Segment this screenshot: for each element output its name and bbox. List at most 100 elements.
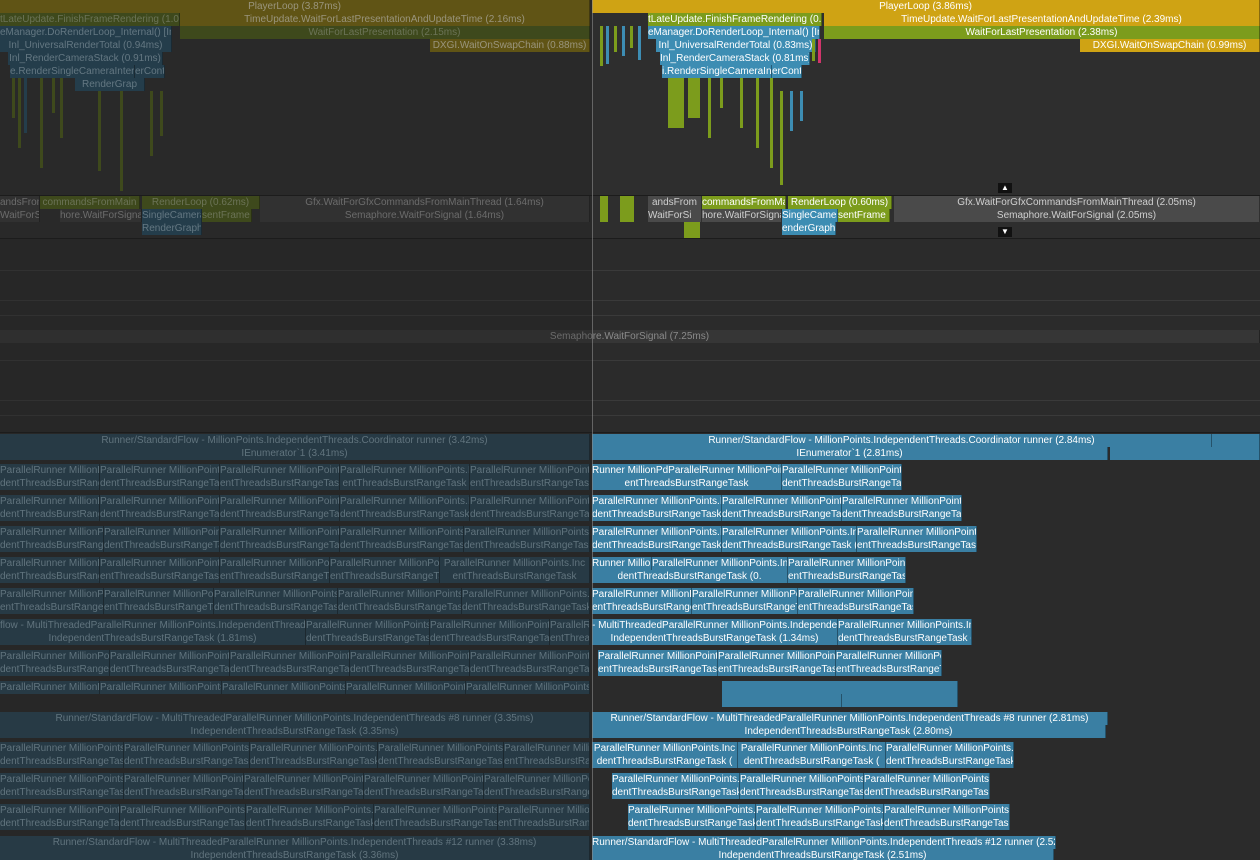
task-bar[interactable]: entThreadsBurstRangeTask	[718, 663, 836, 676]
task-bar[interactable]: Runner MillionPoints.Ind	[592, 557, 652, 570]
universal-render-total-bar[interactable]: Inl_UniversalRenderTotal (0.83ms)	[656, 39, 816, 52]
late-update-bar[interactable]: tLateUpdate.FinishFrameRendering (1.00ms	[0, 13, 180, 26]
render-loop-manager-bar[interactable]: eManager.DoRenderLoop_Internal() [Inv	[648, 26, 820, 39]
task-bar[interactable]: dentThreadsBurstRangeTask (	[100, 477, 220, 490]
render-camera-stack-bar[interactable]: Inl_RenderCameraStack (0.81ms)	[660, 52, 810, 65]
expand-down-icon[interactable]: ▼	[998, 227, 1012, 237]
task-bar[interactable]: ParallelRunner MillionPoints.Ind	[864, 773, 990, 786]
task-bar[interactable]: entThreadsBurstRangeTask	[550, 632, 590, 645]
task-bar[interactable]: ParallelRunner MillionPoints.Inc	[440, 557, 590, 570]
task-bar[interactable]: dentThreadsBurstRangeTask (	[612, 786, 740, 799]
commands-from-main-bar[interactable]: commandsFromMain	[40, 196, 140, 209]
task-bar[interactable]: ParallelRunner MillionPoints.Inc	[338, 588, 462, 601]
task-bar[interactable]: entThreadsBurstRangeTask	[104, 601, 214, 614]
semaphore-short-bar[interactable]: hore.WaitForSignal (	[702, 209, 782, 222]
task-bar[interactable]: ParallelRunner MillionPoints.Inc	[722, 526, 857, 539]
task-bar[interactable]: ParallelRunner MillionPoints.Ind	[364, 773, 484, 786]
camera-context-bar[interactable]: erConte	[135, 65, 165, 78]
render-single-camera-bar[interactable]: e.RenderSingleCameraInternal	[10, 65, 135, 78]
time-update-bar[interactable]: TimeUpdate.WaitForLastPresentationAndUpd…	[180, 13, 590, 26]
task-bar[interactable]: ParallelRunner MillionPoints.Inc	[718, 650, 836, 663]
task-bar[interactable]: ParallelRunner MillionPoints.Inc	[430, 619, 550, 632]
task-bar[interactable]: dentThreadsBurstRangeTask (	[250, 755, 378, 768]
task-bar[interactable]: ParallelRunner MillionPoints.Inc	[100, 495, 220, 508]
task-bar[interactable]: dentThreadsBurstRangeTask (	[0, 508, 100, 521]
wait-last-presentation-bar[interactable]: WaitForLastPresentation (2.38ms)	[824, 26, 1260, 39]
task-bar[interactable]: dentThreadsBurstRangeTask (	[230, 663, 350, 676]
wait-for-signal-bar[interactable]: WaitForSi	[648, 209, 702, 222]
task-bar[interactable]: dentThreadsBurstRangeTask (0	[592, 508, 722, 521]
task-bar[interactable]: dentThreadsBurstRangeTask (	[340, 539, 464, 552]
task-bar[interactable]: ParallelRunner MillionPoints.Inc	[346, 681, 466, 694]
task-bar[interactable]: ParallelRunner MillionPoints.Ind	[124, 773, 244, 786]
single-camera-short-bar[interactable]: SingleCamera	[142, 209, 202, 222]
task-bar[interactable]: ParallelRunner MillionPoints.Inc	[470, 495, 590, 508]
mt8-burst-bar[interactable]: IndependentThreadsBurstRangeTask (3.35ms…	[0, 725, 590, 738]
mt5-burst-bar[interactable]: IndependentThreadsBurstRangeTask (1.81ms…	[0, 632, 306, 645]
task-bar[interactable]	[842, 694, 958, 707]
task-bar[interactable]: ParallelRunner MillionPoints.Inc	[330, 557, 440, 570]
render-graph-bar[interactable]: enderGraph	[782, 222, 836, 235]
task-bar[interactable]: ParallelRunner MillionPoints.Ind	[498, 804, 590, 817]
task-bar[interactable]: entThreadsBurstRangeTask	[692, 601, 798, 614]
task-bar[interactable]: ParallelRunner MillionPoints.Inc	[857, 526, 977, 539]
semaphore-wait-bar[interactable]: Semaphore.WaitForSignal (1.64ms)	[260, 209, 590, 222]
task-bar[interactable]: entThreadsBurstRangeTask	[220, 477, 340, 490]
task-bar[interactable]: ParallelRunner MillionPoints.Inc	[464, 526, 590, 539]
commands-from-main-bar[interactable]: commandsFromMain	[702, 196, 786, 209]
task-bar[interactable]	[722, 681, 958, 694]
task-bar[interactable]: ParallelRunner MillionPoints.Ind	[244, 773, 364, 786]
task-bar[interactable]: ParallelRunner MillionPoints.Ind	[592, 495, 722, 508]
task-bar[interactable]: dentThreadsBurstRangeTask (	[124, 755, 250, 768]
task-bar[interactable]: ParallelRunner MillionPoints.Inc	[220, 526, 340, 539]
long-semaphore-bar[interactable]: Semaphore.WaitForSignal (7.25ms)	[0, 330, 1260, 343]
task-bar[interactable]: ParallelRunner MillionPoints.Ind	[592, 526, 722, 539]
task-bar[interactable]: ParallelRunner MillionPoints.Inc	[886, 742, 1014, 755]
task-bar[interactable]: ParallelRunner MillionPoints.Ind	[0, 526, 104, 539]
task-bar[interactable]: ParallelRunner MillionPoints.Inc	[222, 681, 346, 694]
task-bar[interactable]: ParallelRunner MillionPoints.Inc	[104, 526, 220, 539]
task-bar[interactable]: ParallelRunner MillionPoints.Inc	[470, 650, 590, 663]
task-bar[interactable]: ParallelRunner MillionPoints.Ind	[550, 619, 590, 632]
task-bar[interactable]: ParallelRunner MillionPoints.Inc	[782, 464, 902, 477]
task-bar[interactable]: ParallelRunner MillionPoints.Inc	[230, 650, 350, 663]
task-bar[interactable]: dentThreadsBurstRangeTask (	[350, 663, 470, 676]
task-bar[interactable]: dentThreadsBurstRangeTask (	[722, 508, 842, 521]
mt12-burst-bar[interactable]: IndependentThreadsBurstRangeTask (2.51ms…	[592, 849, 1054, 860]
task-bar[interactable]: entThreadsBurstRangeTask	[220, 570, 330, 583]
mt12-burst-bar[interactable]: IndependentThreadsBurstRangeTask (3.36ms…	[0, 849, 590, 860]
gfx-wait-bar[interactable]: Gfx.WaitForGfxCommandsFromMainThread (2.…	[894, 196, 1260, 209]
task-bar[interactable]: ParallelRunner MillionPoints.Ind	[340, 464, 470, 477]
task-bar[interactable]: ParallelRunner MillionPoints.Inc	[836, 650, 942, 663]
task-bar[interactable]: ParallelRunner MillionPoints.Ind	[246, 804, 374, 817]
task-bar[interactable]: dentThreadsBurstRangeTask (	[0, 539, 104, 552]
render-loop-bar[interactable]: RenderLoop (0.62ms)	[142, 196, 260, 209]
task-bar[interactable]: dentThreadsBurstRangeTask (	[124, 786, 244, 799]
task-bar[interactable]: ParallelRunner MillionPoints.I	[788, 557, 906, 570]
task-bar[interactable]: dentThreadsBurstRangeTask (	[592, 755, 738, 768]
task-bar[interactable]: dentThreadsBurstRangeTask (	[0, 477, 100, 490]
task-bar[interactable]: dentThreadsBurstRangeTask (	[0, 755, 124, 768]
task-bar[interactable]: entThreadsBurstRangeTask	[498, 817, 590, 830]
task-bar[interactable]: entThreadsBurstRangeTask	[330, 570, 440, 583]
task-bar[interactable]: ParallelRunner MillionPoints.Ind	[884, 804, 1010, 817]
runner-bar[interactable]	[1110, 447, 1260, 460]
task-bar[interactable]: ParallelRunner MillionPoints.Inc	[100, 557, 220, 570]
task-bar[interactable]: dentThreadsBurstRangeTask (	[214, 601, 338, 614]
task-bar[interactable]: dentThreadsBurstRangeTask (	[864, 786, 990, 799]
task-bar[interactable]: dentThreadsBurstRangeTask (	[246, 817, 374, 830]
task-bar[interactable]: ParallelRunner MillionPoints.Inc	[220, 557, 330, 570]
task-bar[interactable]: ParallelRunner MillionPoints.Ind	[756, 804, 884, 817]
task-bar[interactable]: dentThreadsBurstRangeTask (	[884, 817, 1010, 830]
task-bar[interactable]	[722, 694, 842, 707]
task-bar[interactable]: dentThreadsBurstRangeTask (	[364, 786, 484, 799]
task-bar[interactable]: dentThreadsBurstRangeTask (	[220, 539, 340, 552]
task-bar[interactable]: ParallelRunner MillionPoints.Ind	[0, 773, 124, 786]
mt5-runner-bar[interactable]: - MultiThreadedParallelRunner MillionPoi…	[592, 619, 838, 632]
render-camera-stack-bar[interactable]: Inl_RenderCameraStack (0.91ms)	[8, 52, 163, 65]
task-bar[interactable]: dentThreadsBurstRangeTask (	[462, 601, 590, 614]
task-bar[interactable]: ParallelRunner MillionPoints.Inc	[350, 650, 470, 663]
profiler-timeline[interactable]: PlayerLoop (3.87ms) tLateUpdate.FinishFr…	[0, 0, 1260, 860]
task-bar[interactable]: dentThreadsBurstRangeTask (0	[722, 539, 857, 552]
task-bar[interactable]: dentThreadsBurstRangeTask (0	[782, 477, 902, 490]
